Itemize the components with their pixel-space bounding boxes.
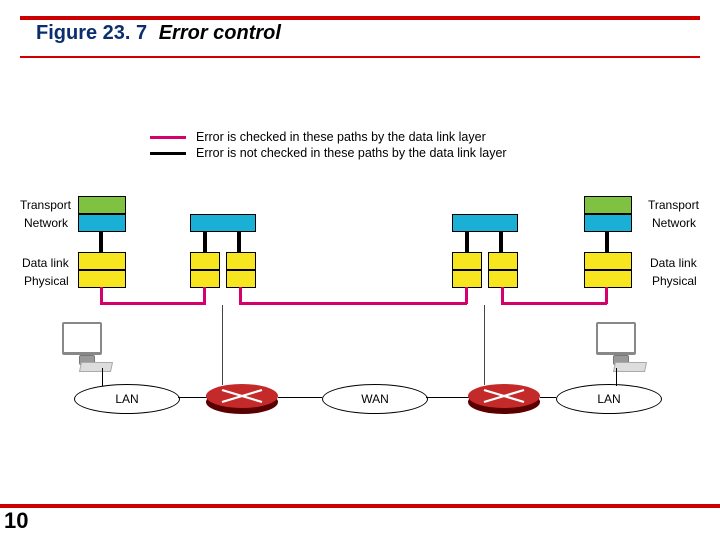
path-wan-v2 [465,287,468,304]
router2-connector-left [465,232,469,252]
router1-connector-right [237,232,241,252]
legend-text-unchecked: Error is not checked in these paths by t… [196,146,507,160]
figure-label: Figure 23. 7 Error control [36,22,281,45]
wire-r1-wan [278,397,322,398]
path-lan-right-v1 [501,287,504,304]
top-rule [20,16,700,20]
left-stack-physical [78,270,126,288]
label-right-physical: Physical [652,274,697,288]
wire-pc-left [102,368,103,386]
network-wan: WAN [322,384,428,414]
computer-left-icon [62,322,112,372]
router2-icon [468,384,540,408]
router2-physical-a [452,270,482,288]
figure-number: Figure 23. 7 [36,22,147,44]
left-stack-datalink [78,252,126,270]
left-stack-network [78,214,126,232]
router2-x-icon [468,384,540,408]
network-lan-right: LAN [556,384,662,414]
bottom-rule [0,504,720,508]
path-lan-left-v2 [203,287,206,304]
right-stack-network [584,214,632,232]
wire-r1-down [222,305,223,385]
router2-connector-right [499,232,503,252]
legend: Error is checked in these paths by the d… [150,130,507,162]
router2-physical-b [488,270,518,288]
wire-wan-r2 [426,397,470,398]
path-wan-h [239,302,467,305]
path-lan-right-v2 [605,287,608,304]
network-lan-left: LAN [74,384,180,414]
router1-datalink-a [190,252,220,270]
right-stack-transport [584,196,632,214]
right-stack-connector [605,232,609,252]
left-stack-transport [78,196,126,214]
path-wan-v1 [239,287,242,304]
label-left-physical: Physical [24,274,69,288]
legend-swatch-magenta [150,136,186,139]
legend-swatch-black [150,152,186,155]
right-stack-datalink [584,252,632,270]
network-lan-left-label: LAN [115,392,138,406]
computer-right-icon [596,322,646,372]
router1-connector-left [203,232,207,252]
label-right-datalink: Data link [650,256,697,270]
legend-row-unchecked: Error is not checked in these paths by t… [150,146,507,160]
figure-caption: Error control [159,22,281,44]
path-lan-left-v1 [100,287,103,304]
router1-physical-b [226,270,256,288]
router2-datalink-a [452,252,482,270]
label-right-transport: Transport [648,198,699,212]
right-stack-physical [584,270,632,288]
page-number: 10 [4,508,28,534]
router1-x-icon [206,384,278,408]
left-stack-connector [99,232,103,252]
label-left-network: Network [24,216,68,230]
network-wan-label: WAN [361,392,389,406]
router1-network [190,214,256,232]
network-lan-right-label: LAN [597,392,620,406]
wire-lanl-r1 [178,397,208,398]
router1-icon [206,384,278,408]
under-title-rule [20,56,700,58]
legend-row-checked: Error is checked in these paths by the d… [150,130,507,144]
legend-text-checked: Error is checked in these paths by the d… [196,130,486,144]
label-left-transport: Transport [20,198,71,212]
label-right-network: Network [652,216,696,230]
router2-datalink-b [488,252,518,270]
wire-r2-down [484,305,485,385]
path-lan-left-h [100,302,206,305]
label-left-datalink: Data link [22,256,69,270]
router1-datalink-b [226,252,256,270]
wire-r2-lanr [540,397,556,398]
path-lan-right-h [501,302,607,305]
router2-network [452,214,518,232]
router1-physical-a [190,270,220,288]
wire-pc-right [616,368,617,386]
